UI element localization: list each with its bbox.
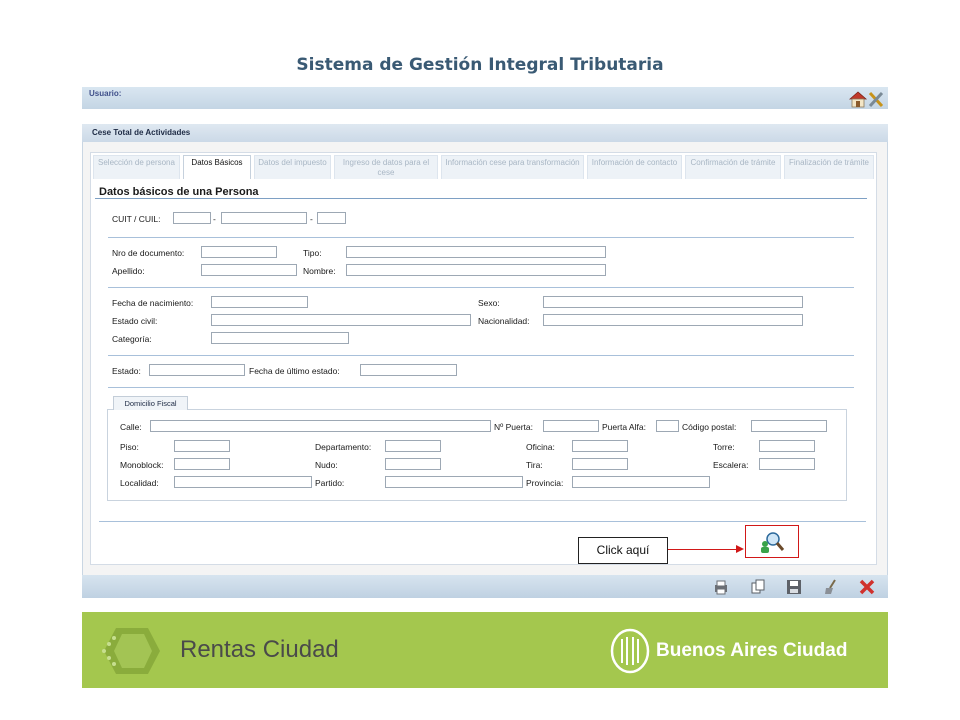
buenos-aires-ciudad-brand: Buenos Aires Ciudad — [656, 640, 848, 661]
categoria-label: Categoría: — [112, 334, 152, 344]
oficina-field[interactable] — [572, 440, 628, 452]
save-icon[interactable] — [785, 578, 803, 596]
fecha-ultimo-estado-label: Fecha de último estado: — [249, 366, 340, 376]
home-tools-icon[interactable] — [846, 87, 886, 109]
categoria-field[interactable] — [211, 332, 349, 344]
section-title: Datos básicos de una Persona — [99, 186, 259, 198]
bottom-toolbar — [82, 575, 888, 598]
partido-field[interactable] — [385, 476, 523, 488]
partido-label: Partido: — [315, 478, 345, 488]
fecha-ultimo-estado-field[interactable] — [360, 364, 457, 376]
apellido-label: Apellido: — [112, 266, 145, 276]
codigo-postal-field[interactable] — [751, 420, 827, 432]
monoblock-field[interactable] — [174, 458, 230, 470]
localidad-field[interactable] — [174, 476, 312, 488]
clean-icon[interactable] — [822, 578, 840, 596]
tab-confirmacion-tramite[interactable]: Confirmación de trámite — [685, 155, 781, 179]
search-person-button[interactable] — [745, 525, 799, 558]
cuit-label: CUIT / CUIL: — [112, 214, 161, 224]
puerta-field[interactable] — [543, 420, 599, 432]
sexo-field[interactable] — [543, 296, 803, 308]
rentas-logo-icon — [102, 628, 160, 674]
nudo-label: Nudo: — [315, 460, 338, 470]
tira-field[interactable] — [572, 458, 628, 470]
localidad-label: Localidad: — [120, 478, 159, 488]
print-icon[interactable] — [712, 578, 730, 596]
nombre-field[interactable] — [346, 264, 606, 276]
tab-finalizacion-tramite[interactable]: Finalización de trámite — [784, 155, 874, 179]
divider — [108, 287, 854, 288]
departamento-field[interactable] — [385, 440, 441, 452]
estado-civil-field[interactable] — [211, 314, 471, 326]
piso-label: Piso: — [120, 442, 139, 452]
cuit-number-field[interactable] — [221, 212, 307, 224]
tab-datos-basicos[interactable]: Datos Básicos — [183, 155, 251, 179]
sexo-label: Sexo: — [478, 298, 500, 308]
divider — [108, 355, 854, 356]
oficina-label: Oficina: — [526, 442, 555, 452]
tab-domicilio-fiscal[interactable]: Domicilio Fiscal — [113, 396, 188, 410]
departamento-label: Departamento: — [315, 442, 372, 452]
callout-arrow-head — [736, 545, 744, 553]
estado-civil-label: Estado civil: — [112, 316, 158, 326]
monoblock-label: Monoblock: — [120, 460, 164, 470]
close-icon[interactable] — [858, 578, 876, 596]
page-title: Sistema de Gestión Integral Tributaria — [296, 55, 664, 75]
divider — [108, 237, 854, 238]
nacionalidad-label: Nacionalidad: — [478, 316, 530, 326]
main-panel-header — [82, 124, 888, 142]
section-divider — [95, 198, 867, 199]
main-panel-title: Cese Total de Actividades — [92, 128, 191, 137]
nudo-field[interactable] — [385, 458, 441, 470]
divider — [108, 387, 854, 388]
buenos-aires-seal-icon — [610, 628, 650, 674]
cuit-dash: - — [310, 214, 313, 224]
tira-label: Tira: — [526, 460, 543, 470]
tab-info-contacto[interactable]: Información de contacto — [587, 155, 682, 179]
torre-field[interactable] — [759, 440, 815, 452]
estado-label: Estado: — [112, 366, 141, 376]
escalera-field[interactable] — [759, 458, 815, 470]
nombre-label: Nombre: — [303, 266, 336, 276]
user-label: Usuario: — [89, 89, 122, 98]
search-person-icon — [761, 532, 785, 553]
estado-field[interactable] — [149, 364, 245, 376]
tipo-label: Tipo: — [303, 248, 322, 258]
puerta-alfa-field[interactable] — [656, 420, 679, 432]
piso-field[interactable] — [174, 440, 230, 452]
cuit-check-field[interactable] — [317, 212, 346, 224]
escalera-label: Escalera: — [713, 460, 749, 470]
calle-label: Calle: — [120, 422, 142, 432]
cuit-dash: - — [213, 214, 216, 224]
fecha-nacimiento-label: Fecha de nacimiento: — [112, 298, 194, 308]
apellido-field[interactable] — [201, 264, 297, 276]
nacionalidad-field[interactable] — [543, 314, 803, 326]
tipo-field[interactable] — [346, 246, 606, 258]
tab-info-cese-transformacion[interactable]: Información cese para transformación — [441, 155, 584, 179]
provincia-label: Provincia: — [526, 478, 564, 488]
rentas-ciudad-brand: Rentas Ciudad — [180, 636, 339, 663]
click-here-callout: Click aquí — [578, 537, 668, 564]
user-bar — [82, 87, 888, 109]
tab-seleccion-persona[interactable]: Selección de persona — [93, 155, 180, 179]
provincia-field[interactable] — [572, 476, 710, 488]
cuit-prefix-field[interactable] — [173, 212, 211, 224]
codigo-postal-label: Código postal: — [682, 422, 737, 432]
copy-icon[interactable] — [749, 578, 767, 596]
tab-datos-impuesto[interactable]: Datos del impuesto — [254, 155, 331, 179]
puerta-label: Nº Puerta: — [494, 422, 534, 432]
divider — [99, 521, 866, 522]
fecha-nacimiento-field[interactable] — [211, 296, 308, 308]
callout-arrow — [668, 549, 740, 550]
nro-documento-label: Nro de documento: — [112, 248, 185, 258]
calle-field[interactable] — [150, 420, 491, 432]
nro-documento-field[interactable] — [201, 246, 277, 258]
puerta-alfa-label: Puerta Alfa: — [602, 422, 646, 432]
torre-label: Torre: — [713, 442, 735, 452]
tab-ingreso-datos-cese[interactable]: Ingreso de datos para el cese — [334, 155, 438, 179]
